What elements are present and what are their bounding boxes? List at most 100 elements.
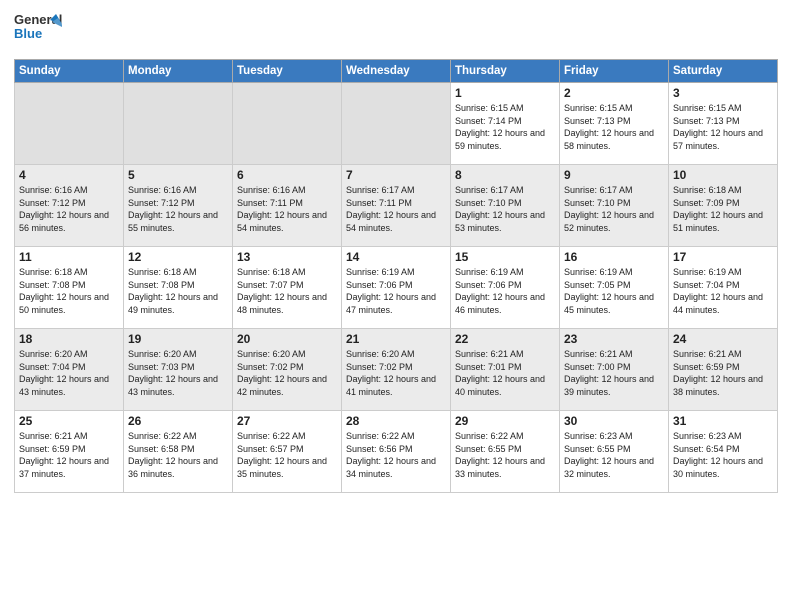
day-number: 26 bbox=[128, 414, 228, 428]
calendar-cell: 21 Sunrise: 6:20 AMSunset: 7:02 PMDayligh… bbox=[342, 329, 451, 411]
cell-info: Sunrise: 6:15 AMSunset: 7:14 PMDaylight:… bbox=[455, 102, 555, 152]
day-number: 14 bbox=[346, 250, 446, 264]
day-number: 20 bbox=[237, 332, 337, 346]
logo: General Blue bbox=[14, 10, 62, 53]
day-number: 11 bbox=[19, 250, 119, 264]
cell-info: Sunrise: 6:22 AMSunset: 6:56 PMDaylight:… bbox=[346, 430, 446, 480]
calendar-cell: 13 Sunrise: 6:18 AMSunset: 7:07 PMDayligh… bbox=[233, 247, 342, 329]
cell-info: Sunrise: 6:20 AMSunset: 7:02 PMDaylight:… bbox=[346, 348, 446, 398]
calendar-cell bbox=[15, 83, 124, 165]
header-tuesday: Tuesday bbox=[233, 60, 342, 83]
calendar-cell: 31 Sunrise: 6:23 AMSunset: 6:54 PMDayligh… bbox=[669, 411, 778, 493]
calendar-cell: 11 Sunrise: 6:18 AMSunset: 7:08 PMDayligh… bbox=[15, 247, 124, 329]
cell-info: Sunrise: 6:19 AMSunset: 7:04 PMDaylight:… bbox=[673, 266, 773, 316]
calendar-cell: 12Sunrise: 6:18 AMSunset: 7:08 PMDayligh… bbox=[124, 247, 233, 329]
cell-info: Sunrise: 6:20 AMSunset: 7:02 PMDaylight:… bbox=[237, 348, 337, 398]
day-number: 3 bbox=[673, 86, 773, 100]
calendar-cell bbox=[233, 83, 342, 165]
calendar-cell: 10 Sunrise: 6:18 AMSunset: 7:09 PMDayligh… bbox=[669, 165, 778, 247]
cell-info: Sunrise: 6:18 AMSunset: 7:07 PMDaylight:… bbox=[237, 266, 337, 316]
day-number: 9 bbox=[564, 168, 664, 182]
day-number: 4 bbox=[19, 168, 119, 182]
day-number: 7 bbox=[346, 168, 446, 182]
cell-info: Sunrise: 6:17 AMSunset: 7:10 PMDaylight:… bbox=[564, 184, 664, 234]
calendar-cell: 3 Sunrise: 6:15 AMSunset: 7:13 PMDaylight… bbox=[669, 83, 778, 165]
calendar-cell: 28 Sunrise: 6:22 AMSunset: 6:56 PMDayligh… bbox=[342, 411, 451, 493]
day-number: 25 bbox=[19, 414, 119, 428]
calendar-week-row: 4 Sunrise: 6:16 AMSunset: 7:12 PMDaylight… bbox=[15, 165, 778, 247]
calendar-cell: 9 Sunrise: 6:17 AMSunset: 7:10 PMDaylight… bbox=[560, 165, 669, 247]
calendar-header-row: Sunday Monday Tuesday Wednesday Thursday… bbox=[15, 60, 778, 83]
cell-info: Sunrise: 6:23 AMSunset: 6:55 PMDaylight:… bbox=[564, 430, 664, 480]
day-number: 1 bbox=[455, 86, 555, 100]
day-number: 24 bbox=[673, 332, 773, 346]
cell-info: Sunrise: 6:16 AMSunset: 7:11 PMDaylight:… bbox=[237, 184, 337, 234]
cell-info: Sunrise: 6:21 AMSunset: 7:00 PMDaylight:… bbox=[564, 348, 664, 398]
cell-info: Sunrise: 6:21 AMSunset: 7:01 PMDaylight:… bbox=[455, 348, 555, 398]
calendar-cell: 22 Sunrise: 6:21 AMSunset: 7:01 PMDayligh… bbox=[451, 329, 560, 411]
day-number: 21 bbox=[346, 332, 446, 346]
day-number: 10 bbox=[673, 168, 773, 182]
calendar-cell: 5Sunrise: 6:16 AMSunset: 7:12 PMDaylight… bbox=[124, 165, 233, 247]
calendar-cell: 17 Sunrise: 6:19 AMSunset: 7:04 PMDayligh… bbox=[669, 247, 778, 329]
calendar-cell: 16Sunrise: 6:19 AMSunset: 7:05 PMDayligh… bbox=[560, 247, 669, 329]
cell-info: Sunrise: 6:19 AMSunset: 7:06 PMDaylight:… bbox=[455, 266, 555, 316]
header-thursday: Thursday bbox=[451, 60, 560, 83]
calendar-cell: 20 Sunrise: 6:20 AMSunset: 7:02 PMDayligh… bbox=[233, 329, 342, 411]
calendar-cell: 1 Sunrise: 6:15 AMSunset: 7:14 PMDaylight… bbox=[451, 83, 560, 165]
day-number: 5 bbox=[128, 168, 228, 182]
day-number: 29 bbox=[455, 414, 555, 428]
cell-info: Sunrise: 6:17 AMSunset: 7:10 PMDaylight:… bbox=[455, 184, 555, 234]
calendar-cell: 8 Sunrise: 6:17 AMSunset: 7:10 PMDaylight… bbox=[451, 165, 560, 247]
calendar-cell: 29Sunrise: 6:22 AMSunset: 6:55 PMDayligh… bbox=[451, 411, 560, 493]
calendar-cell: 2Sunrise: 6:15 AMSunset: 7:13 PMDaylight… bbox=[560, 83, 669, 165]
calendar-week-row: 11 Sunrise: 6:18 AMSunset: 7:08 PMDayligh… bbox=[15, 247, 778, 329]
calendar-cell: 25 Sunrise: 6:21 AMSunset: 6:59 PMDayligh… bbox=[15, 411, 124, 493]
calendar-cell: 14 Sunrise: 6:19 AMSunset: 7:06 PMDayligh… bbox=[342, 247, 451, 329]
logo-bird-icon: General Blue bbox=[14, 10, 62, 53]
calendar-cell: 4 Sunrise: 6:16 AMSunset: 7:12 PMDaylight… bbox=[15, 165, 124, 247]
day-number: 8 bbox=[455, 168, 555, 182]
calendar-cell: 27Sunrise: 6:22 AMSunset: 6:57 PMDayligh… bbox=[233, 411, 342, 493]
day-number: 12 bbox=[128, 250, 228, 264]
cell-info: Sunrise: 6:23 AMSunset: 6:54 PMDaylight:… bbox=[673, 430, 773, 480]
cell-info: Sunrise: 6:21 AMSunset: 6:59 PMDaylight:… bbox=[673, 348, 773, 398]
calendar-cell: 24 Sunrise: 6:21 AMSunset: 6:59 PMDayligh… bbox=[669, 329, 778, 411]
day-number: 27 bbox=[237, 414, 337, 428]
header-saturday: Saturday bbox=[669, 60, 778, 83]
day-number: 28 bbox=[346, 414, 446, 428]
day-number: 23 bbox=[564, 332, 664, 346]
calendar-cell bbox=[124, 83, 233, 165]
cell-info: Sunrise: 6:18 AMSunset: 7:08 PMDaylight:… bbox=[19, 266, 119, 316]
cell-info: Sunrise: 6:22 AMSunset: 6:58 PMDaylight:… bbox=[128, 430, 228, 480]
cell-info: Sunrise: 6:16 AMSunset: 7:12 PMDaylight:… bbox=[19, 184, 119, 234]
cell-info: Sunrise: 6:21 AMSunset: 6:59 PMDaylight:… bbox=[19, 430, 119, 480]
calendar-cell: 30 Sunrise: 6:23 AMSunset: 6:55 PMDayligh… bbox=[560, 411, 669, 493]
page-container: General Blue Sunday Monday Tuesday Wedne… bbox=[0, 0, 792, 612]
calendar-week-row: 1 Sunrise: 6:15 AMSunset: 7:14 PMDaylight… bbox=[15, 83, 778, 165]
day-number: 2 bbox=[564, 86, 664, 100]
day-number: 22 bbox=[455, 332, 555, 346]
calendar-cell: 19Sunrise: 6:20 AMSunset: 7:03 PMDayligh… bbox=[124, 329, 233, 411]
calendar-week-row: 18Sunrise: 6:20 AMSunset: 7:04 PMDayligh… bbox=[15, 329, 778, 411]
day-number: 15 bbox=[455, 250, 555, 264]
cell-info: Sunrise: 6:19 AMSunset: 7:06 PMDaylight:… bbox=[346, 266, 446, 316]
cell-info: Sunrise: 6:15 AMSunset: 7:13 PMDaylight:… bbox=[673, 102, 773, 152]
day-number: 6 bbox=[237, 168, 337, 182]
header-wednesday: Wednesday bbox=[342, 60, 451, 83]
svg-text:Blue: Blue bbox=[14, 26, 42, 41]
day-number: 31 bbox=[673, 414, 773, 428]
calendar-week-row: 25 Sunrise: 6:21 AMSunset: 6:59 PMDayligh… bbox=[15, 411, 778, 493]
day-number: 17 bbox=[673, 250, 773, 264]
day-number: 16 bbox=[564, 250, 664, 264]
header-monday: Monday bbox=[124, 60, 233, 83]
calendar-cell bbox=[342, 83, 451, 165]
day-number: 30 bbox=[564, 414, 664, 428]
day-number: 13 bbox=[237, 250, 337, 264]
cell-info: Sunrise: 6:18 AMSunset: 7:09 PMDaylight:… bbox=[673, 184, 773, 234]
cell-info: Sunrise: 6:20 AMSunset: 7:04 PMDaylight:… bbox=[19, 348, 119, 398]
calendar-cell: 15 Sunrise: 6:19 AMSunset: 7:06 PMDayligh… bbox=[451, 247, 560, 329]
calendar-cell: 18Sunrise: 6:20 AMSunset: 7:04 PMDayligh… bbox=[15, 329, 124, 411]
calendar-cell: 6 Sunrise: 6:16 AMSunset: 7:11 PMDaylight… bbox=[233, 165, 342, 247]
cell-info: Sunrise: 6:17 AMSunset: 7:11 PMDaylight:… bbox=[346, 184, 446, 234]
